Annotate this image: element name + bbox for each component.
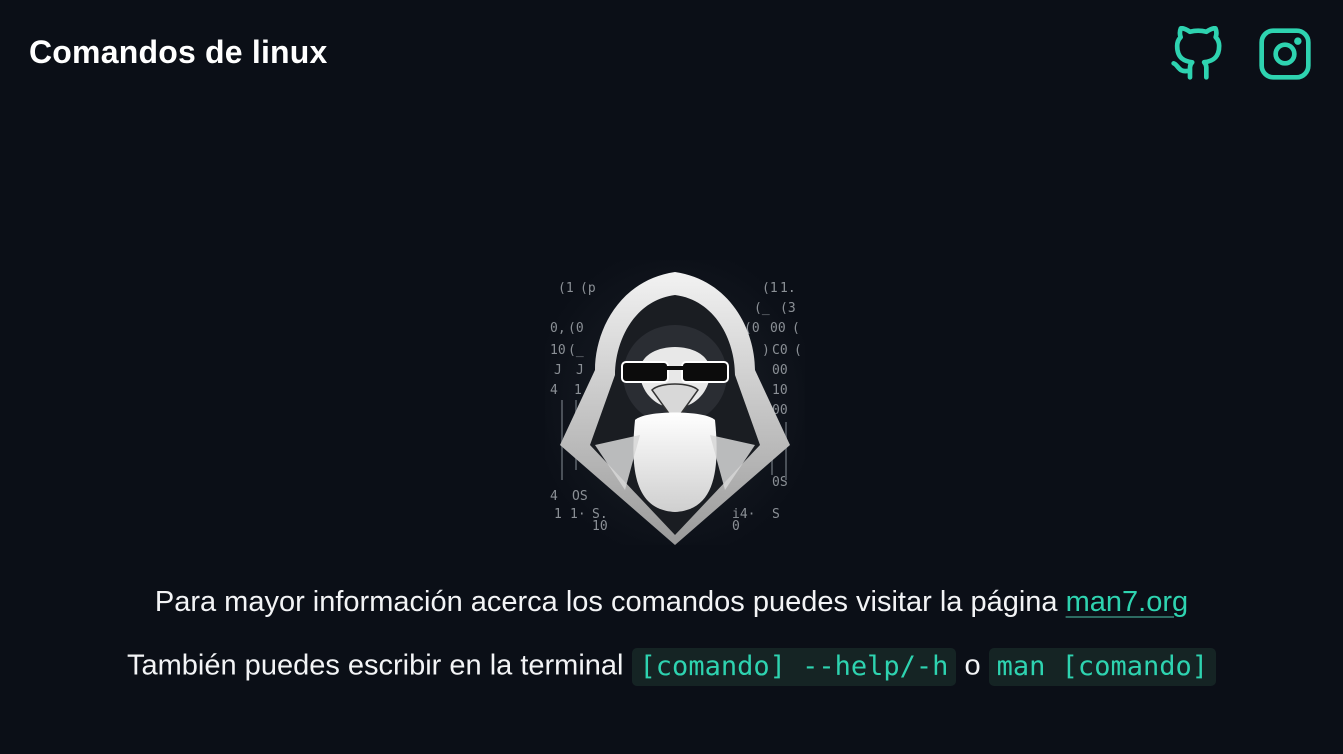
svg-text:(: ( <box>792 321 800 336</box>
info-text-2: También puedes escribir en la terminal <box>127 649 632 682</box>
svg-text:1: 1 <box>574 383 582 398</box>
code-help-command: [comando] --help/-h <box>631 648 957 686</box>
svg-text:(: ( <box>794 343 802 358</box>
svg-text:(1: (1 <box>558 281 574 296</box>
header: Comandos de linux <box>0 0 1343 108</box>
svg-text:J: J <box>554 363 562 378</box>
svg-text:1·: 1· <box>570 507 586 522</box>
social-links <box>1169 26 1313 82</box>
instagram-icon <box>1259 28 1311 80</box>
svg-text:0: 0 <box>732 519 740 534</box>
svg-text:4: 4 <box>550 383 558 398</box>
svg-text:(0: (0 <box>568 321 584 336</box>
hero-image: (1 (p 0, (0 10 (_ JJ 41 4 OS 1 1· S. 10 (1 1. (… <box>540 250 810 550</box>
svg-text:0,: 0, <box>550 321 566 336</box>
svg-text:S: S <box>772 507 780 522</box>
svg-text:1: 1 <box>554 507 562 522</box>
svg-text:4: 4 <box>550 489 558 504</box>
info-text-1: Para mayor información acerca los comand… <box>154 586 1066 618</box>
svg-text:1.: 1. <box>780 281 796 296</box>
svg-text:(3: (3 <box>780 301 796 316</box>
info-connector: o <box>956 649 989 682</box>
svg-text:00: 00 <box>772 363 788 378</box>
github-icon <box>1171 26 1222 80</box>
svg-text:(p: (p <box>580 281 596 296</box>
man7-link[interactable]: man7.org <box>1066 586 1189 618</box>
svg-text:00: 00 <box>770 321 786 336</box>
svg-text:10: 10 <box>592 519 608 534</box>
info-line-2: También puedes escribir en la terminal [… <box>0 648 1343 686</box>
svg-text:C0: C0 <box>772 343 788 358</box>
svg-text:10: 10 <box>772 383 788 398</box>
svg-text:(_: (_ <box>754 301 770 316</box>
code-man-command: man [comando] <box>988 648 1216 686</box>
svg-text:(1: (1 <box>762 281 778 296</box>
svg-text:(_: (_ <box>568 343 584 358</box>
github-link[interactable] <box>1169 26 1225 82</box>
svg-text:J: J <box>576 363 584 378</box>
info-line-1: Para mayor información acerca los comand… <box>0 586 1343 619</box>
page: Comandos de linux (1 (p 0, (0 10 (_ J J … <box>0 0 1343 754</box>
svg-text:): ) <box>762 343 770 358</box>
hooded-penguin-icon: (1 (p 0, (0 10 (_ JJ 41 4 OS 1 1· S. 10 (1 1. (… <box>545 260 805 545</box>
instagram-link[interactable] <box>1257 26 1313 82</box>
svg-text:OS: OS <box>572 489 588 504</box>
page-title: Comandos de linux <box>29 34 328 70</box>
svg-text:10: 10 <box>550 343 566 358</box>
